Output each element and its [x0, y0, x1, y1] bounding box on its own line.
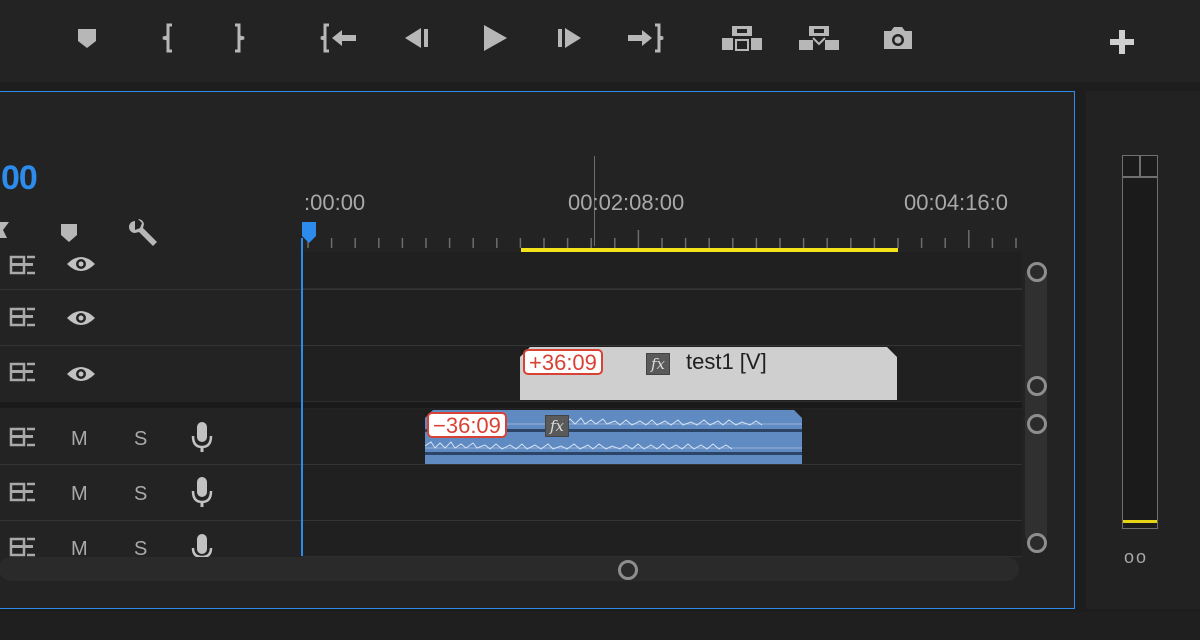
video-audio-divider[interactable] — [0, 402, 1022, 408]
step-forward-icon — [558, 28, 581, 48]
toggle-track-output-icon[interactable] — [7, 481, 37, 503]
play-button[interactable] — [474, 18, 514, 58]
solo-meter-toggles[interactable]: oo — [1124, 547, 1148, 568]
mic-icon[interactable] — [191, 420, 213, 454]
meter-level-indicator — [1123, 520, 1157, 523]
marker-icon — [78, 29, 96, 48]
meter-channel-divider — [1139, 156, 1141, 176]
video-track-lane[interactable] — [302, 252, 1022, 289]
mark-out-button[interactable] — [226, 18, 252, 58]
solo-button[interactable]: S — [134, 483, 147, 506]
video-track-lane[interactable] — [302, 290, 1022, 346]
mark-out-icon — [235, 23, 245, 53]
plus-icon — [1110, 30, 1134, 54]
toggle-track-output-icon[interactable] — [7, 306, 37, 328]
toggle-track-output-icon[interactable] — [7, 426, 37, 448]
track-divider — [0, 345, 1022, 346]
playhead-timecode[interactable]: 00 — [1, 158, 38, 198]
step-back-icon — [405, 28, 428, 48]
go-to-out-button[interactable] — [624, 18, 666, 58]
clip-end-corner — [887, 347, 897, 357]
sync-offset-badge[interactable]: −36:09 — [427, 412, 507, 438]
track-divider — [0, 464, 1022, 465]
lift-button[interactable] — [718, 18, 766, 58]
button-editor-button[interactable] — [1104, 22, 1140, 62]
linked-selection-icon[interactable] — [0, 220, 13, 240]
mark-in-icon — [162, 23, 172, 53]
ruler-label-end: 00:04:16:0 — [904, 190, 1008, 215]
vertical-scroll-handle-bottom[interactable] — [1027, 376, 1047, 396]
add-marker-button[interactable] — [72, 18, 102, 58]
horizontal-scroll-handle[interactable] — [618, 560, 638, 580]
meter-peak-divider — [1123, 176, 1157, 178]
wrench-icon[interactable] — [127, 218, 159, 248]
toggle-track-output-icon[interactable] — [7, 254, 37, 276]
play-icon — [484, 25, 507, 51]
vertical-scroll-handle-top[interactable] — [1027, 262, 1047, 282]
mark-in-button[interactable] — [155, 18, 181, 58]
go-to-in-button[interactable] — [318, 18, 360, 58]
mute-button[interactable]: M — [71, 483, 88, 506]
audio-track-lane[interactable] — [302, 521, 1022, 557]
audio-track-lane[interactable] — [302, 465, 1022, 521]
go-to-in-icon — [320, 23, 356, 53]
audio-meters-panel: oo — [1086, 91, 1200, 609]
vertical-scrollbar[interactable] — [1025, 265, 1047, 545]
go-to-out-icon — [628, 23, 664, 53]
fx-badge[interactable]: fx — [545, 415, 569, 437]
eye-icon[interactable] — [65, 364, 97, 384]
ruler-label-start: :00:00 — [304, 190, 366, 215]
audio-meter[interactable] — [1122, 155, 1158, 529]
extract-icon — [799, 26, 839, 50]
lift-icon — [722, 26, 762, 51]
audio-scroll-handle-bottom[interactable] — [1027, 533, 1047, 553]
add-marker-icon[interactable] — [59, 222, 79, 244]
mic-icon[interactable] — [191, 532, 213, 558]
track-divider — [0, 289, 1022, 290]
ruler-label-mid: 00:02:08:00 — [568, 190, 685, 215]
mic-icon[interactable] — [191, 475, 213, 509]
camera-icon — [884, 27, 912, 49]
eye-icon[interactable] — [65, 308, 97, 328]
solo-button[interactable]: S — [134, 428, 147, 451]
extract-button[interactable] — [795, 18, 843, 58]
playhead-handle[interactable] — [302, 222, 316, 244]
track-divider — [0, 520, 1022, 521]
sync-offset-badge[interactable]: +36:09 — [523, 349, 603, 375]
step-back-button[interactable] — [396, 18, 434, 58]
step-forward-button[interactable] — [552, 18, 590, 58]
fx-badge[interactable]: fx — [646, 353, 670, 375]
clip-name: test1 [V] — [686, 349, 767, 374]
audio-clip[interactable]: −36:09 fx — [425, 410, 802, 464]
time-ruler[interactable] — [302, 230, 1022, 250]
toggle-track-output-icon[interactable] — [7, 536, 37, 558]
export-frame-button[interactable] — [878, 18, 918, 58]
audio-scroll-handle-top[interactable] — [1027, 414, 1047, 434]
mute-button[interactable]: M — [71, 428, 88, 451]
timeline-panel: 00 :00:00 00:02:08:00 00:04:16:0 M S M S… — [0, 91, 1075, 609]
bottom-strip — [0, 612, 1200, 640]
playhead-line[interactable] — [301, 238, 303, 556]
eye-icon[interactable] — [65, 254, 97, 274]
horizontal-scrollbar[interactable] — [0, 557, 1019, 581]
transport-toolbar — [0, 0, 1200, 82]
toggle-track-output-icon[interactable] — [7, 361, 37, 383]
video-clip[interactable]: +36:09 fx test1 [V] — [520, 347, 897, 400]
